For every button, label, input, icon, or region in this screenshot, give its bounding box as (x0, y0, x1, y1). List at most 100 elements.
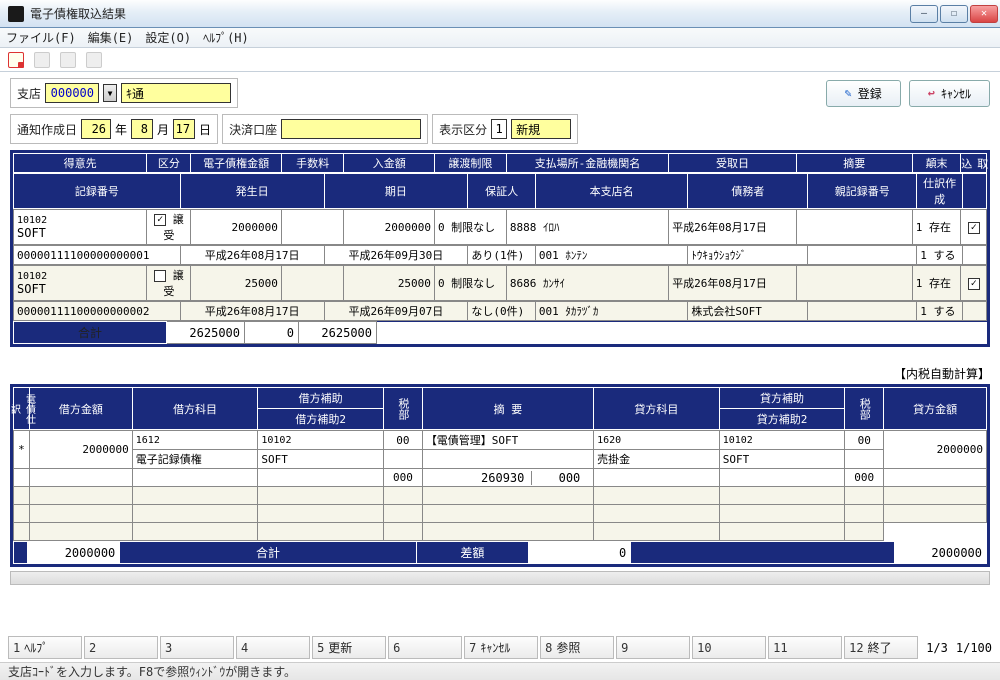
cell-debtor[interactable]: ﾄｳｷｮｳｼｮｳｼﾞ (688, 246, 808, 265)
cell-issue[interactable]: 平成26年08月17日 (180, 246, 324, 265)
fkey-12[interactable]: 12終了 (844, 636, 918, 659)
disp-kbn-code[interactable]: 1 (491, 119, 507, 139)
cell-recordno[interactable]: 00000111100000000001 (14, 246, 181, 265)
settle-acct-input[interactable] (281, 119, 421, 139)
je-taxcr[interactable]: 00 (845, 431, 884, 450)
cell-import-chk[interactable] (961, 266, 987, 301)
register-button[interactable]: ✎ 登録 (826, 80, 901, 107)
je-dracct-code[interactable]: 1612 (132, 431, 258, 450)
cell-deposit[interactable]: 2000000 (344, 210, 434, 245)
fkey-5[interactable]: 5更新 (312, 636, 386, 659)
grid-row-sub[interactable]: 00000111100000000002 平成26年08月17日 平成26年09… (14, 302, 987, 321)
menu-edit[interactable]: 編集(E) (88, 29, 134, 46)
je-memo1[interactable]: 【電債管理】SOFT (422, 431, 593, 450)
kbn-checkbox[interactable] (154, 214, 166, 226)
cell-memo[interactable] (796, 266, 912, 301)
je-cracct-code[interactable]: 1620 (594, 431, 720, 450)
fkey-7[interactable]: 7ｷｬﾝｾﾙ (464, 636, 538, 659)
fkey-6[interactable]: 6 (388, 636, 462, 659)
maximize-button[interactable]: ☐ (940, 5, 968, 23)
cell-kbn[interactable]: 譲受 (147, 210, 191, 245)
cell-bank[interactable]: 8686 ｶﾝｻｲ (506, 266, 668, 301)
je-crsub-code[interactable]: 10102 (719, 431, 845, 450)
je-taxcr2[interactable]: 000 (845, 469, 884, 487)
cell-cust[interactable]: 10102SOFT (14, 210, 147, 245)
cell-tenmatsu[interactable]: 1 存在 (912, 210, 961, 245)
cell-recvdate[interactable]: 平成26年08月17日 (669, 210, 797, 245)
menu-file[interactable]: ファイル(F) (6, 29, 76, 46)
day-input[interactable]: 17 (173, 119, 195, 139)
je-cracct-name[interactable]: 売掛金 (594, 450, 720, 469)
fkey-9[interactable]: 9 (616, 636, 690, 659)
cell-issue[interactable]: 平成26年08月17日 (180, 302, 324, 321)
cell-parent[interactable] (808, 302, 917, 321)
close-button[interactable]: ✕ (970, 5, 998, 23)
grid-row-sub[interactable]: 00000111100000000001 平成26年08月17日 平成26年09… (14, 246, 987, 265)
je-taxdr[interactable]: 00 (383, 431, 422, 450)
fkey-4[interactable]: 4 (236, 636, 310, 659)
branch-name-input[interactable]: ｷ通 (121, 83, 231, 103)
je-drsub-name[interactable]: SOFT (258, 450, 384, 469)
cancel-button[interactable]: ↩ ｷｬﾝｾﾙ (909, 80, 990, 107)
je-dracct-name[interactable]: 電子記録債権 (132, 450, 258, 469)
cell-due[interactable]: 平成26年09月07日 (324, 302, 468, 321)
fkey-10[interactable]: 10 (692, 636, 766, 659)
cell-due[interactable]: 平成26年09月30日 (324, 246, 468, 265)
fkey-8[interactable]: 8参照 (540, 636, 614, 659)
cell-bank[interactable]: 8888 ｲﾛﾊ (506, 210, 668, 245)
cell-journal[interactable]: 1 する (917, 302, 963, 321)
toolbar-icon-3[interactable] (60, 52, 76, 68)
branch-code-input[interactable]: 000000 (45, 83, 99, 103)
je-taxdr2[interactable]: 000 (383, 469, 422, 487)
fkey-2[interactable]: 2 (84, 636, 158, 659)
minimize-button[interactable]: — (910, 5, 938, 23)
je-empty-row[interactable] (14, 505, 987, 523)
je-empty-row[interactable] (14, 523, 987, 541)
menu-help[interactable]: ﾍﾙﾌﾟ(H) (203, 29, 249, 46)
je-crsub2[interactable] (719, 469, 845, 487)
je-row-sub[interactable]: 電子記録債権 SOFT 売掛金 SOFT (14, 450, 987, 469)
cell-amount[interactable]: 25000 (191, 266, 281, 301)
disp-kbn-name[interactable]: 新規 (511, 119, 571, 139)
branch-dropdown-icon[interactable]: ▼ (103, 84, 117, 102)
cell-deposit[interactable]: 25000 (344, 266, 434, 301)
cell-journal[interactable]: 1 する (917, 246, 963, 265)
cell-parent[interactable] (808, 246, 917, 265)
cell-branch[interactable]: 001 ﾎﾝﾃﾝ (535, 246, 688, 265)
cell-memo[interactable] (796, 210, 912, 245)
cell-guarantor[interactable]: なし(0件) (468, 302, 536, 321)
cell-guarantor[interactable]: あり(1件) (468, 246, 536, 265)
menu-settings[interactable]: 設定(O) (145, 29, 191, 46)
je-row[interactable]: * 2000000 1612 10102 00 【電債管理】SOFT 1620 … (14, 431, 987, 450)
je-drsub-code[interactable]: 10102 (258, 431, 384, 450)
cell-limit[interactable]: 0 制限なし (434, 210, 506, 245)
je-cramt[interactable]: 2000000 (884, 431, 987, 469)
cell-amount[interactable]: 2000000 (191, 210, 281, 245)
kbn-checkbox[interactable] (154, 270, 166, 282)
je-memo2a[interactable]: 260930 (426, 471, 525, 485)
cell-cust[interactable]: 10102SOFT (14, 266, 147, 301)
cell-tenmatsu[interactable]: 1 存在 (912, 266, 961, 301)
cell-import-chk[interactable] (961, 210, 987, 245)
grid-row[interactable]: 10102SOFT 譲受 25000 25000 0 制限なし 8686 ｶﾝｻ… (14, 266, 987, 301)
h-scrollbar[interactable] (10, 571, 990, 585)
year-input[interactable]: 26 (81, 119, 111, 139)
cell-fee[interactable] (281, 266, 344, 301)
toolbar-icon-2[interactable] (34, 52, 50, 68)
je-row-sub2[interactable]: 000 260930 000 000 (14, 469, 987, 487)
fkey-3[interactable]: 3 (160, 636, 234, 659)
cell-fee[interactable] (281, 210, 344, 245)
cell-debtor[interactable]: 株式会社SOFT (688, 302, 808, 321)
je-dramt[interactable]: 2000000 (29, 431, 132, 469)
je-empty-row[interactable] (14, 487, 987, 505)
toolbar-icon-1[interactable] (8, 52, 24, 68)
toolbar-icon-4[interactable] (86, 52, 102, 68)
cell-kbn[interactable]: 譲受 (147, 266, 191, 301)
cell-branch[interactable]: 001 ﾀｶﾗﾂﾞｶ (535, 302, 688, 321)
grid-row[interactable]: 10102SOFT 譲受 2000000 2000000 0 制限なし 8888… (14, 210, 987, 245)
je-memo2b[interactable]: 000 (531, 471, 580, 485)
cell-recordno[interactable]: 00000111100000000002 (14, 302, 181, 321)
fkey-11[interactable]: 11 (768, 636, 842, 659)
cell-limit[interactable]: 0 制限なし (434, 266, 506, 301)
cell-recvdate[interactable]: 平成26年08月17日 (669, 266, 797, 301)
